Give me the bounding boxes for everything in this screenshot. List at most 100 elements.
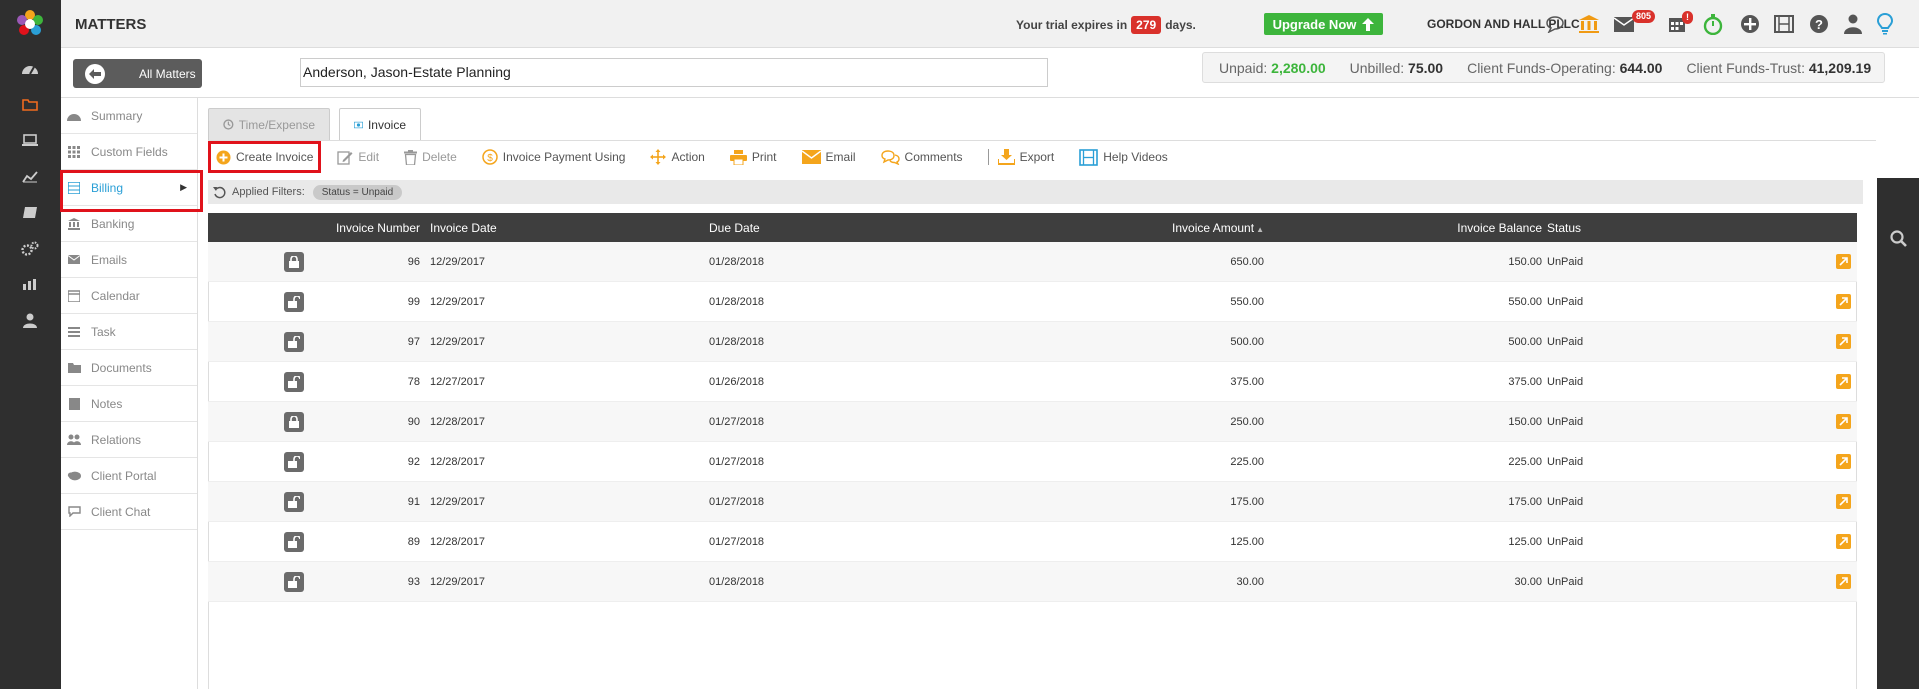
user-icon[interactable] [19, 310, 41, 330]
status-cell: UnPaid [1547, 575, 1584, 588]
reports-icon[interactable] [19, 274, 41, 294]
submenu-item-banking[interactable]: Banking [61, 206, 197, 242]
money-icon [354, 121, 363, 129]
column-header-status[interactable]: Status [1547, 221, 1581, 235]
unbilled-value: 75.00 [1408, 59, 1444, 76]
applied-filters-bar: Applied Filters: Status = Unpaid [208, 180, 1863, 204]
column-header-invoice-amount[interactable]: Invoice Amount ▲ [798, 221, 1264, 235]
move-arrows-icon [650, 149, 667, 165]
profile-icon[interactable] [1841, 12, 1865, 36]
table-row[interactable]: 93 12/29/2017 01/28/2018 30.00 30.00 UnPaid [208, 562, 1857, 602]
column-header-invoice-date[interactable]: Invoice Date [430, 221, 497, 235]
table-row[interactable]: 89 12/28/2017 01/27/2018 125.00 125.00 UnPaid [208, 522, 1857, 562]
open-external-icon[interactable] [1836, 454, 1851, 469]
invoice-payment-label: Invoice Payment Using [502, 150, 626, 164]
due-date-cell: 01/28/2018 [709, 335, 765, 348]
film-icon[interactable] [1772, 12, 1796, 36]
open-external-icon[interactable] [1836, 414, 1851, 429]
invoice-balance-cell: 125.00 [1508, 535, 1542, 548]
tab-time-expense[interactable]: Time/Expense [208, 108, 330, 140]
invoice-number-cell: 92 [407, 455, 420, 468]
chat-bubble-icon[interactable] [1543, 12, 1567, 36]
submenu-label: Task [91, 324, 116, 339]
bank-icon[interactable] [1577, 12, 1601, 36]
submenu-item-relations[interactable]: Relations [61, 422, 197, 458]
export-label: Export [1019, 150, 1055, 164]
edit-button[interactable]: Edit [337, 143, 379, 171]
comments-icon [880, 149, 900, 165]
open-external-icon[interactable] [1836, 494, 1851, 509]
submenu-item-client-chat[interactable]: Client Chat [61, 494, 197, 530]
settings-icon[interactable] [19, 238, 41, 258]
all-matters-button[interactable]: All Matters [73, 59, 202, 88]
action-button[interactable]: Action [650, 143, 705, 171]
column-header-invoice-number[interactable]: Invoice Number [208, 221, 420, 235]
monitor-icon[interactable] [19, 130, 41, 150]
submenu-item-summary[interactable]: Summary [61, 98, 197, 134]
submenu-item-client-portal[interactable]: Client Portal [61, 458, 197, 494]
envelope-icon [801, 150, 821, 164]
invoice-payment-button[interactable]: $ Invoice Payment Using [482, 143, 626, 171]
invoice-number-cell: 89 [407, 535, 420, 548]
status-cell: UnPaid [1547, 455, 1584, 468]
matter-name-field[interactable]: Anderson, Jason-Estate Planning [300, 58, 1048, 87]
email-label: Email [825, 150, 856, 164]
create-invoice-button[interactable]: Create Invoice [208, 141, 322, 173]
submenu-item-emails[interactable]: Emails [61, 242, 197, 278]
help-icon[interactable]: ? [1807, 12, 1831, 36]
invoice-date-cell: 12/29/2017 [430, 255, 486, 268]
submenu-item-billing[interactable]: Billing ▶ [60, 170, 203, 212]
submenu-item-custom-fields[interactable]: Custom Fields [61, 134, 197, 170]
submenu-item-notes[interactable]: Notes [61, 386, 197, 422]
email-button[interactable]: Email [801, 143, 856, 171]
open-external-icon[interactable] [1836, 374, 1851, 389]
dollar-circle-icon: $ [482, 149, 498, 165]
tab-invoice[interactable]: Invoice [339, 108, 421, 141]
chart-line-icon[interactable] [19, 166, 41, 186]
matter-submenu: Summary Custom Fields Billing ▶ Banking … [60, 98, 203, 689]
comments-button[interactable]: Comments [880, 143, 963, 171]
filter-chip-status[interactable]: Status = Unpaid [312, 184, 403, 200]
book-icon[interactable] [19, 202, 41, 222]
submenu-item-task[interactable]: Task [61, 314, 197, 350]
table-row[interactable]: 96 12/29/2017 01/28/2018 650.00 150.00 UnPaid [208, 242, 1857, 282]
column-header-invoice-balance[interactable]: Invoice Balance [1268, 221, 1542, 235]
table-row[interactable]: 99 12/29/2017 01/28/2018 550.00 550.00 UnPaid [208, 282, 1857, 322]
portal-icon [67, 469, 81, 483]
lightbulb-icon[interactable] [1873, 12, 1897, 36]
open-external-icon[interactable] [1836, 294, 1851, 309]
open-external-icon[interactable] [1836, 534, 1851, 549]
due-date-cell: 01/27/2018 [709, 495, 765, 508]
open-external-icon[interactable] [1836, 574, 1851, 589]
open-external-icon[interactable] [1836, 254, 1851, 269]
search-icon[interactable] [1890, 230, 1907, 250]
submenu-item-documents[interactable]: Documents [61, 350, 197, 386]
help-videos-button[interactable]: Help Videos [1079, 143, 1168, 171]
app: MATTERS Your trial expires in 279 days. … [0, 0, 1919, 689]
table-row[interactable]: 91 12/29/2017 01/27/2018 175.00 175.00 UnPaid [208, 482, 1857, 522]
upgrade-now-button[interactable]: Upgrade Now [1264, 13, 1383, 35]
invoice-date-cell: 12/28/2017 [430, 415, 486, 428]
export-button[interactable]: Export [997, 143, 1055, 171]
submenu-item-calendar[interactable]: Calendar [61, 278, 197, 314]
operating-label: Client Funds-Operating: [1467, 59, 1616, 76]
add-circle-icon[interactable] [1738, 12, 1762, 36]
folder-icon[interactable] [19, 94, 41, 114]
clock-icon [223, 119, 234, 130]
dashboard-icon[interactable] [19, 58, 41, 78]
users-icon [67, 433, 81, 447]
table-row[interactable]: 92 12/28/2017 01/27/2018 225.00 225.00 UnPaid [208, 442, 1857, 482]
invoice-date-cell: 12/29/2017 [430, 335, 486, 348]
open-external-icon[interactable] [1836, 334, 1851, 349]
table-header: Invoice Number Invoice Date Due Date Inv… [208, 213, 1857, 242]
table-row[interactable]: 97 12/29/2017 01/28/2018 500.00 500.00 UnPaid [208, 322, 1857, 362]
column-header-due-date[interactable]: Due Date [709, 221, 760, 235]
table-row[interactable]: 78 12/27/2017 01/26/2018 375.00 375.00 UnPaid [208, 362, 1857, 402]
plus-circle-icon [216, 150, 231, 164]
print-button[interactable]: Print [729, 143, 777, 171]
reset-icon[interactable] [213, 186, 226, 199]
logo-icon[interactable] [14, 8, 46, 40]
table-row[interactable]: 90 12/28/2017 01/27/2018 250.00 150.00 UnPaid [208, 402, 1857, 442]
stopwatch-icon[interactable] [1701, 12, 1725, 36]
delete-button[interactable]: Delete [404, 143, 457, 171]
